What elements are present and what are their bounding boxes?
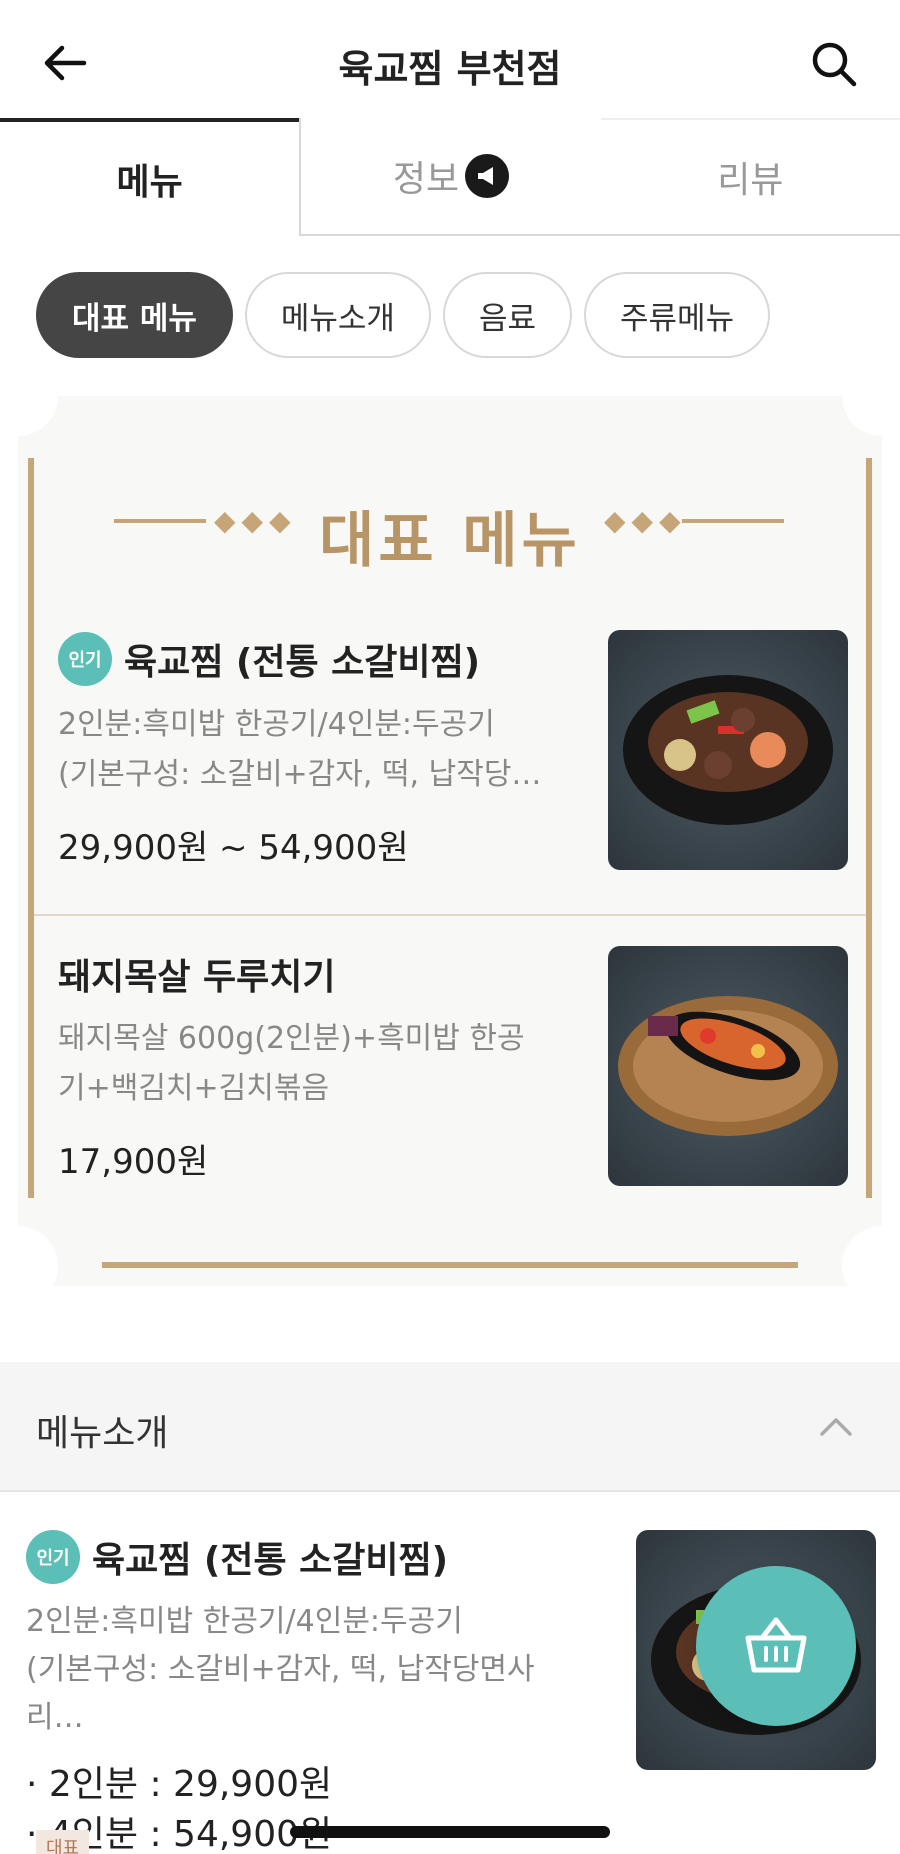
title-deco-line-right bbox=[682, 519, 784, 523]
item-description: 2인분:흑미밥 한공기/4인분:두공기 (기본구성: 소갈비+감자, 떡, 납작… bbox=[26, 1598, 586, 1742]
item-divider bbox=[34, 914, 866, 916]
featured-tag: 대표 bbox=[36, 1830, 90, 1854]
card-corner bbox=[0, 356, 58, 436]
chip-menu-intro[interactable]: 메뉴소개 bbox=[244, 272, 431, 358]
featured-title: 대표 메뉴 bbox=[319, 506, 581, 576]
item-desc-line: 2인분:흑미밥 한공기/4인분:두공기 bbox=[58, 707, 495, 742]
tab-menu[interactable]: 메뉴 bbox=[0, 118, 300, 236]
price-options: · 2인분 : 29,900원 · 4인분 : 54,900원 bbox=[26, 1760, 876, 1854]
card-corner bbox=[842, 1226, 900, 1306]
item-description: 2인분:흑미밥 한공기/4인분:두공기 (기본구성: 소갈비+감자, 떡, 납작… bbox=[58, 700, 548, 800]
tab-review[interactable]: 리뷰 bbox=[600, 118, 900, 236]
featured-menu-card: ◆◆◆ 대표 메뉴 ◆◆◆ 인기 육교찜 (전통 소갈비찜) 2인분:흑미밥 한… bbox=[0, 356, 900, 1306]
item-desc-line: (기본구성: 소갈비+감자, 떡, 납작당… bbox=[58, 757, 542, 792]
home-indicator bbox=[290, 1826, 610, 1838]
featured-item[interactable]: 인기 육교찜 (전통 소갈비찜) 2인분:흑미밥 한공기/4인분:두공기 (기본… bbox=[58, 630, 848, 870]
card-bottom-line bbox=[102, 1262, 798, 1268]
megaphone-icon bbox=[465, 154, 510, 198]
chip-drinks[interactable]: 음료 bbox=[442, 272, 573, 358]
tab-review-label: 리뷰 bbox=[717, 160, 784, 201]
title-deco-diamonds-right: ◆◆◆ bbox=[604, 504, 687, 537]
chevron-up-icon[interactable] bbox=[816, 1406, 856, 1446]
chip-alcohol[interactable]: 주류메뉴 bbox=[584, 272, 771, 358]
popular-badge: 인기 bbox=[58, 632, 112, 686]
featured-item[interactable]: 돼지목살 두루치기 돼지목살 600g(2인분)+흑미밥 한공 기+백김치+김치… bbox=[58, 946, 848, 1186]
item-desc-line: (기본구성: 소갈비+감자, 떡, 납작당면사리… bbox=[26, 1652, 535, 1735]
food-image bbox=[608, 946, 848, 1186]
item-desc-line: 2인분:흑미밥 한공기/4인분:두공기 bbox=[26, 1604, 463, 1639]
category-chips: 대표 메뉴 메뉴소개 음료 주류메뉴 bbox=[36, 272, 771, 358]
card-corner bbox=[842, 356, 900, 436]
tab-info-label: 정보 bbox=[392, 159, 460, 200]
item-name: 육교찜 (전통 소갈비찜) bbox=[92, 1540, 449, 1581]
popular-badge: 인기 bbox=[26, 1530, 80, 1584]
tab-menu-label: 메뉴 bbox=[116, 162, 183, 203]
tab-info[interactable]: 정보 bbox=[299, 118, 601, 236]
item-desc-line: 돼지목살 600g(2인분)+흑미밥 한공 bbox=[58, 1021, 525, 1056]
menu-intro-section-header[interactable]: 메뉴소개 bbox=[0, 1362, 900, 1492]
basket-icon bbox=[745, 1617, 807, 1673]
card-corner bbox=[0, 1226, 58, 1306]
cart-button[interactable] bbox=[696, 1566, 856, 1726]
search-icon[interactable] bbox=[808, 38, 860, 90]
item-description: 돼지목살 600g(2인분)+흑미밥 한공 기+백김치+김치볶음 bbox=[58, 1014, 548, 1114]
chip-featured-menu[interactable]: 대표 메뉴 bbox=[36, 272, 233, 358]
page-title: 육교찜 부천점 bbox=[338, 47, 562, 91]
item-name: 육교찜 (전통 소갈비찜) bbox=[124, 642, 481, 683]
food-image bbox=[608, 630, 848, 870]
app-header: 육교찜 부천점 bbox=[0, 0, 900, 120]
section-title: 메뉴소개 bbox=[36, 1413, 169, 1454]
tab-bar: 메뉴 정보 리뷰 bbox=[0, 118, 900, 236]
item-desc-line: 기+백김치+김치볶음 bbox=[58, 1071, 330, 1106]
